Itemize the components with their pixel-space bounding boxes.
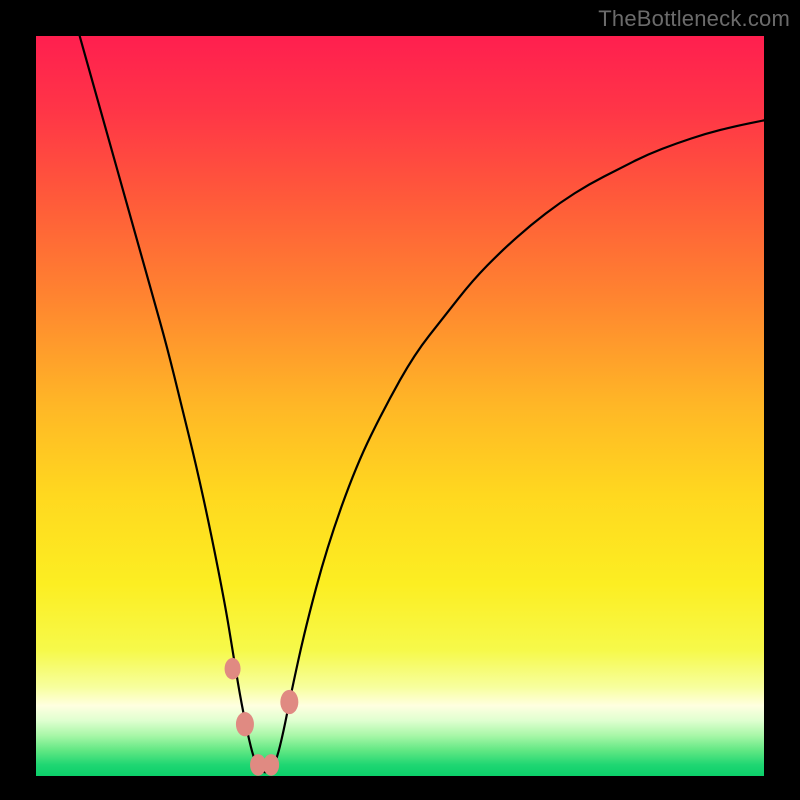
marker-left-lower — [236, 712, 254, 736]
chart-frame: TheBottleneck.com — [0, 0, 800, 800]
curve-layer — [36, 36, 764, 776]
marker-right — [280, 690, 298, 714]
bottleneck-curve — [80, 36, 764, 772]
watermark-text: TheBottleneck.com — [598, 6, 790, 32]
marker-bottom-2 — [263, 754, 279, 776]
plot-area — [36, 36, 764, 776]
marker-left-upper — [225, 658, 241, 680]
